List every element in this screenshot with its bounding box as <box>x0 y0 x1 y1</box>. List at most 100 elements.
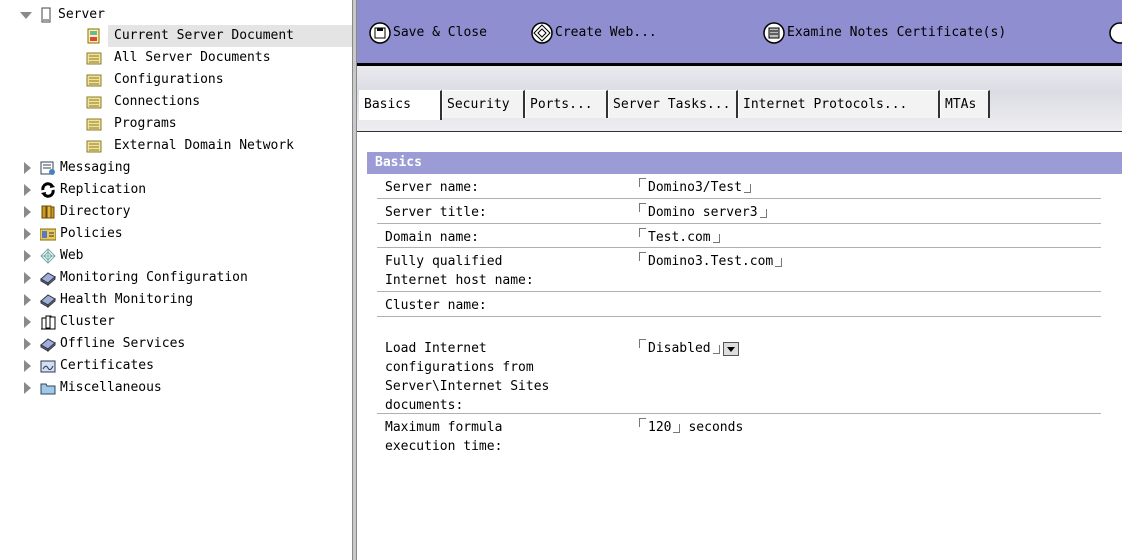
more-icon <box>1109 22 1122 52</box>
twisty-collapsed-icon[interactable] <box>22 338 32 350</box>
nav-item-external-domain-network[interactable]: External Domain Network <box>86 135 352 157</box>
domino-administrator-window: Server Current Server Document All Serve… <box>0 0 1122 560</box>
nav-item-label: Server <box>58 7 105 22</box>
tab-server-tasks[interactable]: Server Tasks... <box>608 90 738 118</box>
nav-item-cluster[interactable]: Cluster <box>22 311 342 333</box>
max-formula-label: Maximum formula execution time: <box>385 420 503 454</box>
max-formula-unit: seconds <box>688 420 744 435</box>
server-title-field[interactable]: Domino server3 <box>639 203 767 222</box>
tab-mtas[interactable]: MTAs <box>940 90 990 118</box>
field-row-max-formula-time: Maximum formula execution time: 120 secon… <box>377 414 1101 458</box>
tab-basics[interactable]: Basics <box>359 90 442 120</box>
nav-item-label: Web <box>60 248 84 263</box>
nav-item-current-server-document[interactable]: Current Server Document <box>86 25 352 47</box>
nav-item-label: Programs <box>114 116 177 131</box>
nav-item-label: Miscellaneous <box>60 380 162 395</box>
nav-item-label: Policies <box>60 226 123 241</box>
domain-name-label: Domain name: <box>385 230 479 245</box>
nav-item-label: Certificates <box>60 358 154 373</box>
tab-ports[interactable]: Ports... <box>525 90 608 118</box>
nav-item-messaging[interactable]: Messaging <box>22 157 342 179</box>
book-icon <box>40 270 56 287</box>
nav-item-label: Current Server Document <box>114 28 295 43</box>
folder-icon <box>40 380 56 396</box>
load-internet-label: Load Internet configurations from Server… <box>385 341 550 413</box>
tab-security[interactable]: Security <box>442 90 525 118</box>
fqdn-field[interactable]: Domino3.Test.com <box>639 252 783 271</box>
policies-icon <box>39 226 57 242</box>
max-formula-field[interactable]: 120 seconds <box>639 418 743 437</box>
nav-item-web[interactable]: Web <box>22 245 342 267</box>
nav-item-server[interactable]: Server <box>20 4 342 26</box>
field-row-load-internet-configurations: Load Internet configurations from Server… <box>377 317 1101 414</box>
twisty-collapsed-icon[interactable] <box>22 316 32 328</box>
server-document-form: Basics Server name: Domino3/Test Server … <box>357 132 1122 560</box>
twisty-collapsed-icon[interactable] <box>22 206 32 218</box>
nav-item-replication[interactable]: Replication <box>22 179 342 201</box>
nav-item-offline-services[interactable]: Offline Services <box>22 333 342 355</box>
dropdown-arrow-icon[interactable] <box>722 341 739 356</box>
view-icon <box>86 116 102 132</box>
twisty-collapsed-icon[interactable] <box>22 228 32 240</box>
twisty-collapsed-icon[interactable] <box>22 360 32 372</box>
nav-item-connections[interactable]: Connections <box>86 91 352 113</box>
nav-item-label: Replication <box>60 182 147 197</box>
field-row-fqdn: Fully qualified Internet host name: Domi… <box>377 248 1101 292</box>
tab-internet-protocols[interactable]: Internet Protocols... <box>738 90 940 118</box>
examine-certificates-label: Examine Notes Certificate(s) <box>787 25 1007 40</box>
cluster-name-label: Cluster name: <box>385 298 487 313</box>
directory-icon <box>40 204 56 220</box>
twisty-collapsed-icon[interactable] <box>22 272 32 284</box>
twisty-collapsed-icon[interactable] <box>22 250 32 262</box>
server-icon <box>38 7 54 23</box>
field-row-server-name: Server name: Domino3/Test <box>377 174 1101 199</box>
navigator-pane: Server Current Server Document All Serve… <box>0 0 352 560</box>
load-internet-field[interactable]: Disabled <box>639 339 739 358</box>
messaging-icon <box>40 160 56 176</box>
twisty-collapsed-icon[interactable] <box>22 162 32 174</box>
twisty-collapsed-icon[interactable] <box>22 294 32 306</box>
certificate-icon <box>763 22 785 52</box>
load-internet-value: Disabled <box>648 341 711 356</box>
replication-icon <box>40 182 56 198</box>
nav-item-policies[interactable]: Policies <box>22 223 342 245</box>
section-title: Basics <box>375 155 422 170</box>
domain-name-field[interactable]: Test.com <box>639 228 720 247</box>
server-name-field[interactable]: Domino3/Test <box>639 178 751 197</box>
nav-item-all-server-documents[interactable]: All Server Documents <box>86 47 352 69</box>
twisty-expanded-icon[interactable] <box>20 9 32 21</box>
field-row-server-title: Server title: Domino server3 <box>377 199 1101 224</box>
domain-name-value: Test.com <box>648 230 711 245</box>
web-icon <box>40 248 56 264</box>
book-icon <box>40 336 56 353</box>
twisty-collapsed-icon[interactable] <box>22 382 32 394</box>
nav-item-label: All Server Documents <box>114 50 271 65</box>
certificates-icon <box>40 358 56 374</box>
view-icon <box>86 138 102 154</box>
nav-item-programs[interactable]: Programs <box>86 113 352 135</box>
nav-item-label: Directory <box>60 204 131 219</box>
fqdn-value: Domino3.Test.com <box>648 254 774 269</box>
nav-item-label: Monitoring Configuration <box>60 270 248 285</box>
nav-item-miscellaneous[interactable]: Miscellaneous <box>22 377 342 399</box>
nav-item-monitoring-configuration[interactable]: Monitoring Configuration <box>22 267 342 289</box>
nav-item-label: External Domain Network <box>114 138 295 153</box>
nav-item-label: Cluster <box>60 314 115 329</box>
save-close-label: Save & Close <box>393 25 487 40</box>
nav-item-directory[interactable]: Directory <box>22 201 342 223</box>
server-name-label: Server name: <box>385 180 479 195</box>
nav-item-label: Health Monitoring <box>60 292 194 307</box>
nav-item-health-monitoring[interactable]: Health Monitoring <box>22 289 342 311</box>
server-name-value: Domino3/Test <box>648 180 742 195</box>
twisty-collapsed-icon[interactable] <box>22 184 32 196</box>
nav-item-configurations[interactable]: Configurations <box>86 69 352 91</box>
save-icon <box>369 22 391 52</box>
nav-item-certificates[interactable]: Certificates <box>22 355 342 377</box>
max-formula-value: 120 <box>648 420 672 435</box>
server-title-value: Domino server3 <box>648 205 758 220</box>
fqdn-label: Fully qualified Internet host name: <box>385 254 534 288</box>
cluster-icon <box>40 314 56 330</box>
view-icon <box>86 72 102 88</box>
section-header: Basics <box>367 152 1122 174</box>
document-icon <box>86 28 102 44</box>
